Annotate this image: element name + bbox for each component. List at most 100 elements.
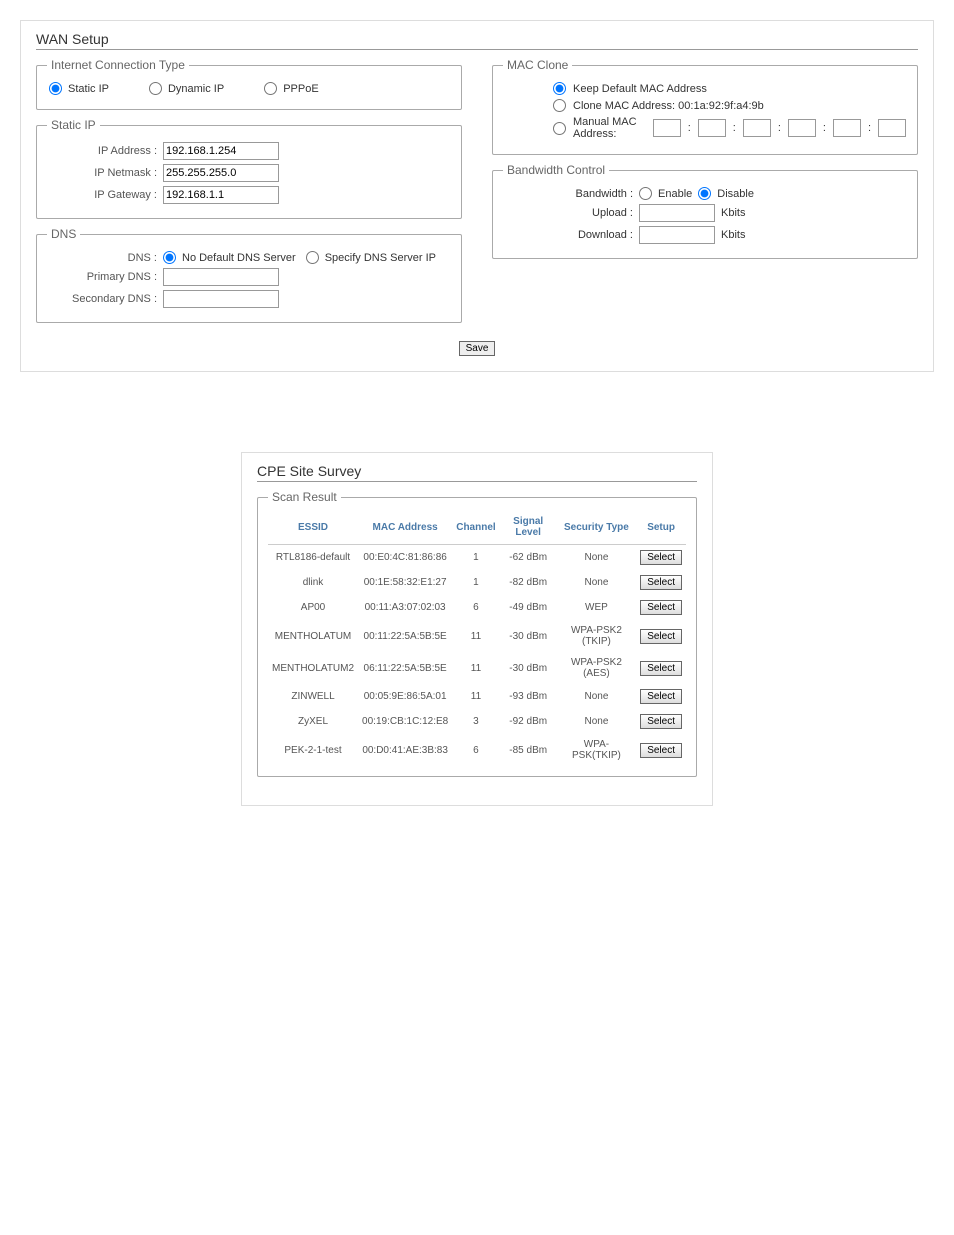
radio-bw-disable[interactable]: Disable	[698, 187, 754, 200]
cell-essid: dlink	[268, 570, 358, 595]
wan-setup-panel: WAN Setup Internet Connection Type Stati…	[20, 20, 934, 372]
save-button[interactable]: Save	[459, 341, 496, 356]
cell-essid: AP00	[268, 595, 358, 620]
mac-octet-5[interactable]	[833, 119, 861, 137]
select-button[interactable]: Select	[640, 714, 682, 729]
table-row: MENTHOLATUM206:11:22:5A:5B:5E11-30 dBmWP…	[268, 652, 686, 684]
radio-pppoe[interactable]: PPPoE	[264, 82, 318, 95]
cell-channel: 1	[452, 545, 499, 571]
survey-title: CPE Site Survey	[257, 463, 697, 482]
select-button[interactable]: Select	[640, 600, 682, 615]
dns-fieldset: DNS DNS : No Default DNS Server Specify …	[36, 227, 462, 323]
mac-octet-3[interactable]	[743, 119, 771, 137]
mac-octet-4[interactable]	[788, 119, 816, 137]
cell-channel: 3	[452, 709, 499, 734]
radio-specify-dns[interactable]: Specify DNS Server IP	[306, 251, 436, 264]
mac-octet-1[interactable]	[653, 119, 681, 137]
table-row: AP0000:11:A3:07:02:036-49 dBmWEPSelect	[268, 595, 686, 620]
select-button[interactable]: Select	[640, 743, 682, 758]
wan-title: WAN Setup	[36, 31, 918, 50]
upload-input[interactable]	[639, 204, 715, 222]
ip-gateway-input[interactable]	[163, 186, 279, 204]
radio-no-default-dns[interactable]: No Default DNS Server	[163, 251, 296, 264]
mac-clone-fieldset: MAC Clone Keep Default MAC Address Clone…	[492, 58, 918, 155]
radio-dynamic-ip[interactable]: Dynamic IP	[149, 82, 224, 95]
th-essid: ESSID	[268, 510, 358, 545]
dns-mode-label: DNS :	[47, 252, 163, 264]
cell-signal: -30 dBm	[500, 652, 557, 684]
primary-dns-label: Primary DNS :	[47, 271, 163, 283]
cell-security: WPA-PSK2 (AES)	[557, 652, 637, 684]
cell-essid: MENTHOLATUM	[268, 620, 358, 652]
ip-netmask-input[interactable]	[163, 164, 279, 182]
radio-static-ip[interactable]: Static IP	[49, 82, 109, 95]
cell-essid: MENTHOLATUM2	[268, 652, 358, 684]
ip-address-input[interactable]	[163, 142, 279, 160]
static-ip-legend: Static IP	[47, 118, 100, 132]
download-input[interactable]	[639, 226, 715, 244]
bandwidth-control-fieldset: Bandwidth Control Bandwidth : Enable Dis…	[492, 163, 918, 259]
scan-result-legend: Scan Result	[268, 490, 341, 504]
cell-security: None	[557, 709, 637, 734]
cell-signal: -62 dBm	[500, 545, 557, 571]
cell-security: WPA-PSK(TKIP)	[557, 734, 637, 766]
th-security: Security Type	[557, 510, 637, 545]
static-ip-fieldset: Static IP IP Address : IP Netmask : IP G…	[36, 118, 462, 219]
mac-octet-6[interactable]	[878, 119, 906, 137]
cell-essid: RTL8186-default	[268, 545, 358, 571]
select-button[interactable]: Select	[640, 550, 682, 565]
th-channel: Channel	[452, 510, 499, 545]
th-signal: Signal Level	[500, 510, 557, 545]
scan-result-table: ESSID MAC Address Channel Signal Level S…	[268, 510, 686, 766]
radio-clone-mac[interactable]: Clone MAC Address: 00:1a:92:9f:a4:9b	[553, 99, 764, 112]
cell-channel: 11	[452, 684, 499, 709]
cell-signal: -93 dBm	[500, 684, 557, 709]
select-button[interactable]: Select	[640, 661, 682, 676]
table-row: ZyXEL00:19:CB:1C:12:E83-92 dBmNoneSelect	[268, 709, 686, 734]
cell-channel: 11	[452, 620, 499, 652]
secondary-dns-input[interactable]	[163, 290, 279, 308]
conn-type-legend: Internet Connection Type	[47, 58, 189, 72]
table-row: PEK-2-1-test00:D0:41:AE:3B:836-85 dBmWPA…	[268, 734, 686, 766]
cell-security: None	[557, 545, 637, 571]
cell-signal: -49 dBm	[500, 595, 557, 620]
radio-bw-enable[interactable]: Enable	[639, 187, 692, 200]
ip-address-label: IP Address :	[47, 145, 163, 157]
cell-signal: -30 dBm	[500, 620, 557, 652]
table-row: ZINWELL00:05:9E:86:5A:0111-93 dBmNoneSel…	[268, 684, 686, 709]
select-button[interactable]: Select	[640, 689, 682, 704]
secondary-dns-label: Secondary DNS :	[47, 293, 163, 305]
cpe-site-survey-panel: CPE Site Survey Scan Result ESSID MAC Ad…	[241, 452, 713, 806]
scan-result-fieldset: Scan Result ESSID MAC Address Channel Si…	[257, 490, 697, 777]
table-row: RTL8186-default00:E0:4C:81:86:861-62 dBm…	[268, 545, 686, 571]
cell-security: WEP	[557, 595, 637, 620]
cell-security: WPA-PSK2 (TKIP)	[557, 620, 637, 652]
primary-dns-input[interactable]	[163, 268, 279, 286]
cell-mac: 00:E0:4C:81:86:86	[358, 545, 452, 571]
bandwidth-label: Bandwidth :	[563, 188, 633, 200]
cell-channel: 6	[452, 734, 499, 766]
ip-netmask-label: IP Netmask :	[47, 167, 163, 179]
cell-mac: 06:11:22:5A:5B:5E	[358, 652, 452, 684]
download-unit: Kbits	[721, 229, 745, 241]
cell-mac: 00:1E:58:32:E1:27	[358, 570, 452, 595]
cell-security: None	[557, 684, 637, 709]
cell-channel: 11	[452, 652, 499, 684]
radio-manual-mac[interactable]: Manual MAC Address:	[553, 116, 646, 140]
radio-keep-mac[interactable]: Keep Default MAC Address	[553, 82, 707, 95]
table-row: MENTHOLATUM00:11:22:5A:5B:5E11-30 dBmWPA…	[268, 620, 686, 652]
dns-legend: DNS	[47, 227, 80, 241]
cell-signal: -85 dBm	[500, 734, 557, 766]
cell-mac: 00:11:22:5A:5B:5E	[358, 620, 452, 652]
cell-mac: 00:11:A3:07:02:03	[358, 595, 452, 620]
cell-essid: ZyXEL	[268, 709, 358, 734]
cell-mac: 00:D0:41:AE:3B:83	[358, 734, 452, 766]
th-setup: Setup	[636, 510, 686, 545]
mac-octet-2[interactable]	[698, 119, 726, 137]
mac-clone-legend: MAC Clone	[503, 58, 572, 72]
cell-signal: -82 dBm	[500, 570, 557, 595]
cell-signal: -92 dBm	[500, 709, 557, 734]
upload-unit: Kbits	[721, 207, 745, 219]
select-button[interactable]: Select	[640, 575, 682, 590]
select-button[interactable]: Select	[640, 629, 682, 644]
